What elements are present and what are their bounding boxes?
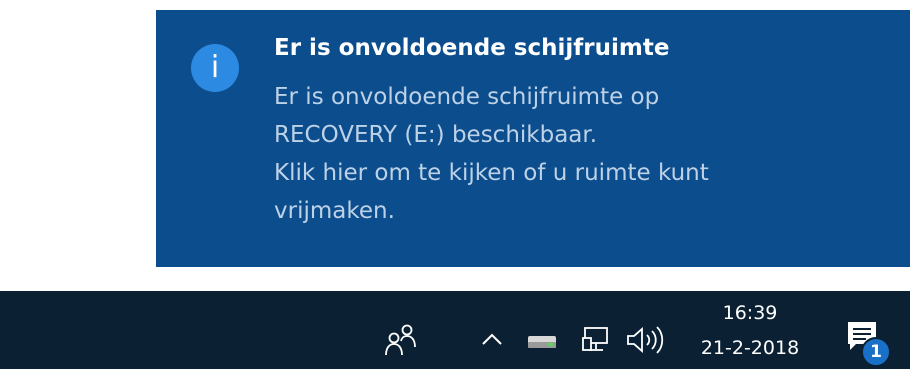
notification-body-line: Klik hier om te kijken of u ruimte kunt bbox=[274, 160, 709, 186]
people-icon[interactable] bbox=[384, 323, 420, 357]
notification-body-line: RECOVERY (E:) beschikbaar. bbox=[274, 122, 598, 148]
notification-body[interactable]: Er is onvoldoende schijfruimte op RECOVE… bbox=[274, 78, 884, 230]
drive-icon[interactable] bbox=[526, 330, 558, 352]
clock-date[interactable]: 21-2-2018 bbox=[690, 337, 810, 359]
notification-body-line: Er is onvoldoende schijfruimte op bbox=[274, 84, 660, 110]
notification-count: 1 bbox=[870, 342, 882, 362]
chevron-up-icon[interactable] bbox=[480, 327, 504, 351]
volume-icon[interactable] bbox=[624, 323, 670, 357]
notification-title[interactable]: Er is onvoldoende schijfruimte bbox=[274, 35, 669, 61]
info-icon-glyph: i bbox=[210, 50, 220, 85]
info-icon: i bbox=[191, 44, 239, 92]
notification-body-line: vrijmaken. bbox=[274, 198, 395, 224]
notification-count-badge: 1 bbox=[861, 337, 891, 367]
clock-time[interactable]: 16:39 bbox=[690, 302, 810, 324]
network-icon[interactable] bbox=[581, 325, 611, 353]
